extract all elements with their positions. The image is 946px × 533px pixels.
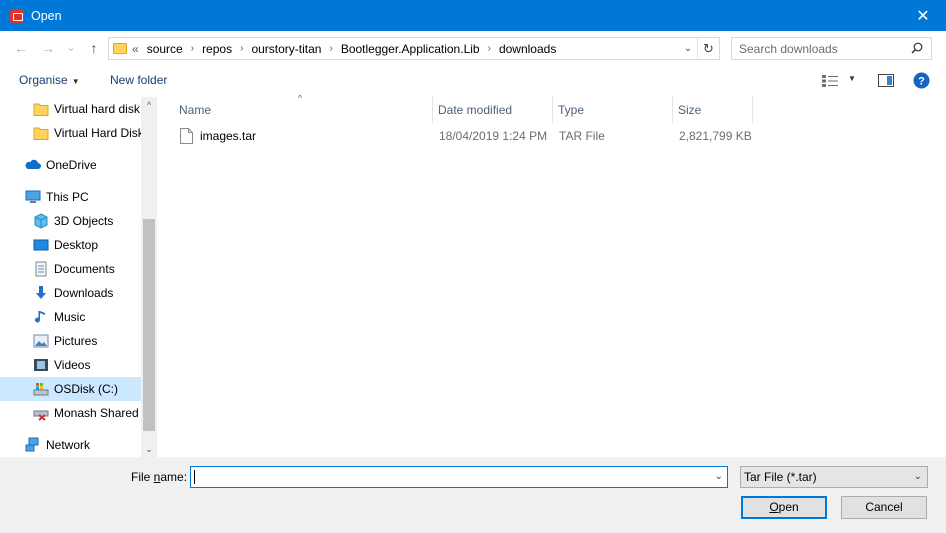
cancel-button[interactable]: Cancel bbox=[841, 496, 927, 519]
view-options-icon[interactable] bbox=[822, 75, 838, 87]
chevron-down-icon[interactable]: ⌄ bbox=[715, 467, 723, 487]
nav-item-documents[interactable]: Documents bbox=[0, 257, 141, 281]
up-button[interactable]: ↑ bbox=[86, 40, 102, 56]
nav-item-monash-shared[interactable]: Monash Shared bbox=[0, 401, 141, 425]
file-name-combobox[interactable]: ⌄ bbox=[190, 466, 728, 488]
column-header-size[interactable]: Size bbox=[673, 97, 753, 123]
network-icon bbox=[25, 437, 39, 452]
3d-objects-icon bbox=[34, 213, 48, 229]
breadcrumb-bootlegger[interactable]: Bootlegger.Application.Lib bbox=[341, 42, 480, 56]
help-icon[interactable]: ? bbox=[913, 72, 930, 89]
file-list: ^ Name Date modified Type Size images.ta… bbox=[158, 93, 946, 457]
title-bar: Open ✕ bbox=[0, 0, 946, 31]
close-button[interactable]: ✕ bbox=[900, 0, 946, 31]
file-name-label: File name: bbox=[131, 470, 188, 484]
file-row[interactable]: images.tar 18/04/2019 1:24 PM TAR File 2… bbox=[174, 125, 754, 147]
folder-icon bbox=[33, 127, 49, 140]
address-dropdown-icon[interactable]: ⌄ bbox=[679, 43, 697, 54]
chevron-right-icon[interactable]: › bbox=[488, 43, 491, 54]
file-date-cell: 18/04/2019 1:24 PM bbox=[439, 129, 548, 143]
drive-icon bbox=[33, 383, 49, 396]
column-header-type[interactable]: Type bbox=[553, 97, 673, 123]
open-button[interactable]: Open bbox=[741, 496, 827, 519]
view-dropdown-icon[interactable]: ▼ bbox=[848, 74, 856, 83]
close-icon: ✕ bbox=[916, 7, 930, 25]
address-row: ← → ⌄ ↑ « source › repos › ourstory-tita… bbox=[0, 31, 946, 65]
network-drive-icon bbox=[33, 410, 49, 421]
back-button[interactable]: ← bbox=[13, 40, 29, 56]
bottom-panel: File name: ⌄ Tar File (*.tar) ⌄ Open Can… bbox=[0, 457, 946, 533]
nav-item-desktop[interactable]: Desktop bbox=[0, 233, 141, 257]
chevron-down-icon: ⌄ bbox=[913, 471, 922, 482]
scrollbar-thumb[interactable] bbox=[143, 219, 155, 431]
organise-button[interactable]: Organise ▼ bbox=[19, 73, 80, 87]
nav-pane-scrollbar[interactable]: ^ ⌄ bbox=[141, 97, 156, 457]
file-type-cell: TAR File bbox=[559, 129, 605, 143]
nav-item-videos[interactable]: Videos bbox=[0, 353, 141, 377]
pictures-icon bbox=[33, 334, 49, 348]
column-header-date-modified[interactable]: Date modified bbox=[433, 97, 553, 123]
breadcrumb-downloads[interactable]: downloads bbox=[499, 42, 556, 56]
navigation-pane: Virtual hard disk Virtual Hard Disk OneD… bbox=[0, 97, 157, 457]
nav-item-3d-objects[interactable]: 3D Objects bbox=[0, 209, 141, 233]
computer-icon bbox=[25, 190, 41, 203]
search-icon bbox=[911, 42, 923, 54]
chevron-right-icon[interactable]: › bbox=[191, 43, 194, 54]
breadcrumb-overflow[interactable]: « bbox=[132, 42, 139, 56]
folder-icon bbox=[33, 103, 49, 116]
chevron-right-icon[interactable]: › bbox=[329, 43, 332, 54]
music-icon bbox=[35, 311, 45, 323]
nav-item-network[interactable]: Network bbox=[0, 433, 141, 457]
breadcrumb-repos[interactable]: repos bbox=[202, 42, 232, 56]
forward-button[interactable]: → bbox=[40, 40, 56, 56]
address-bar[interactable]: « source › repos › ourstory-titan › Boot… bbox=[108, 37, 720, 60]
downloads-icon bbox=[36, 286, 46, 299]
search-input[interactable] bbox=[739, 41, 909, 56]
column-header-name[interactable]: Name bbox=[174, 97, 433, 123]
nav-item-osdisk[interactable]: OSDisk (C:) bbox=[0, 377, 141, 401]
folder-icon bbox=[113, 43, 127, 54]
videos-icon bbox=[34, 359, 48, 371]
nav-item-downloads[interactable]: Downloads bbox=[0, 281, 141, 305]
search-box[interactable] bbox=[731, 37, 932, 60]
nav-item-this-pc[interactable]: This PC bbox=[0, 185, 141, 209]
file-icon bbox=[180, 128, 193, 144]
file-name-input[interactable] bbox=[194, 467, 704, 487]
svg-text:?: ? bbox=[918, 76, 925, 88]
documents-icon bbox=[35, 261, 47, 277]
breadcrumb-ourstory-titan[interactable]: ourstory-titan bbox=[251, 42, 321, 56]
desktop-icon bbox=[33, 239, 49, 251]
onedrive-icon bbox=[25, 159, 41, 169]
window-title: Open bbox=[31, 8, 62, 23]
file-size-cell: 2,821,799 KB bbox=[679, 129, 752, 143]
file-name-cell: images.tar bbox=[180, 125, 256, 147]
caret-down-icon: ▼ bbox=[71, 77, 80, 86]
nav-item-music[interactable]: Music bbox=[0, 305, 141, 329]
file-type-select[interactable]: Tar File (*.tar) ⌄ bbox=[740, 466, 928, 488]
nav-item-virtual-hard-disk-1[interactable]: Virtual hard disk bbox=[0, 97, 141, 121]
new-folder-button[interactable]: New folder bbox=[110, 73, 167, 87]
refresh-icon[interactable]: ↻ bbox=[697, 38, 719, 59]
nav-item-virtual-hard-disk-2[interactable]: Virtual Hard Disk bbox=[0, 121, 141, 145]
app-icon bbox=[10, 8, 24, 23]
nav-item-pictures[interactable]: Pictures bbox=[0, 329, 141, 353]
recent-locations-button[interactable]: ⌄ bbox=[63, 40, 79, 56]
preview-pane-icon[interactable] bbox=[878, 74, 894, 87]
breadcrumb-source[interactable]: source bbox=[147, 42, 183, 56]
toolbar: Organise ▼ New folder ▼ ? bbox=[0, 65, 946, 97]
nav-item-onedrive[interactable]: OneDrive bbox=[0, 153, 141, 177]
scroll-down-icon[interactable]: ⌄ bbox=[141, 441, 156, 457]
scroll-up-icon[interactable]: ^ bbox=[141, 97, 156, 113]
chevron-right-icon[interactable]: › bbox=[240, 43, 243, 54]
